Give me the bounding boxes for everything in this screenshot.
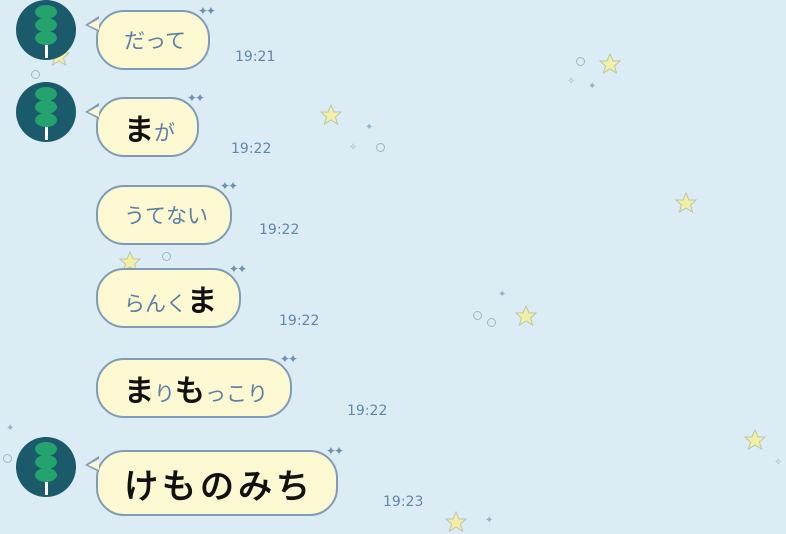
star-icon [514,304,538,327]
avatar[interactable] [16,82,76,142]
message-text: うてない [124,200,208,230]
bubble-tail [85,103,99,119]
star-icon [598,52,622,75]
sparkle-icon: ✧ [774,457,783,468]
message-text-segment: けものみち [124,466,314,507]
sparkle-icon: ✦✦ [279,352,298,366]
sparkle-icon: ✦✦ [186,91,205,105]
message-text: けものみち [124,459,314,508]
message-timestamp: 19:22 [259,222,300,238]
message-text-segment: ま [124,374,154,409]
sparkle-icon: ✦ [6,423,15,434]
sparkle-icon: ✦ [498,289,507,300]
circle-icon [3,454,12,463]
message-text-segment: っこり [205,382,268,406]
star-icon [444,510,468,533]
avatar[interactable] [16,0,76,60]
dango-icon [35,87,57,140]
bubble-tail [85,456,99,472]
message-text-segment: だって [124,29,186,53]
message-text-segment: らんく [124,292,187,316]
circle-icon [376,143,385,152]
message-timestamp: 19:21 [235,49,276,65]
message-bubble[interactable]: ✦✦ らんくま [96,262,247,328]
message-text: らんくま [124,276,217,320]
sparkle-icon: ✦ [365,122,374,133]
message-text: だって [124,25,186,55]
circle-icon [473,311,482,320]
message-bubble[interactable]: ✦✦ まが [85,91,205,157]
circle-icon [162,252,171,261]
circle-icon [576,57,585,66]
sparkle-icon: ✦ [588,81,597,92]
dango-icon [35,5,57,58]
sparkle-icon: ✦✦ [197,4,216,18]
message-text-segment: ま [124,113,154,148]
star-icon [319,103,343,126]
message-timestamp: 19:22 [347,403,388,419]
message-timestamp: 19:22 [231,141,272,157]
star-icon [674,191,698,214]
message-text: まりもっこり [124,366,268,410]
message-text-segment: が [154,121,175,145]
sparkle-icon: ✦ [485,515,494,526]
message-text-segment: も [175,374,205,409]
message-bubble[interactable]: ✦✦ うてない [96,179,238,245]
sparkle-icon: ✧ [349,142,358,153]
message-text-segment: り [154,382,175,406]
circle-icon [487,318,496,327]
star-icon [743,428,767,451]
message-bubble[interactable]: ✦✦ まりもっこり [96,352,298,418]
message-text: まが [124,105,175,149]
bubble-tail [85,16,99,32]
message-bubble[interactable]: ✦✦ だって [85,4,216,70]
message-timestamp: 19:23 [383,494,424,510]
avatar[interactable] [16,437,76,497]
dango-icon [35,442,57,495]
sparkle-icon: ✦✦ [325,444,344,458]
sparkle-icon: ✧ [567,76,576,87]
message-text-segment: ま [187,284,217,319]
message-text-segment: うてない [124,204,208,228]
message-bubble[interactable]: ✦✦ けものみち [85,444,344,516]
sparkle-icon: ✦✦ [228,262,247,276]
sparkle-icon: ✦✦ [219,179,238,193]
message-timestamp: 19:22 [279,313,320,329]
circle-icon [31,70,40,79]
